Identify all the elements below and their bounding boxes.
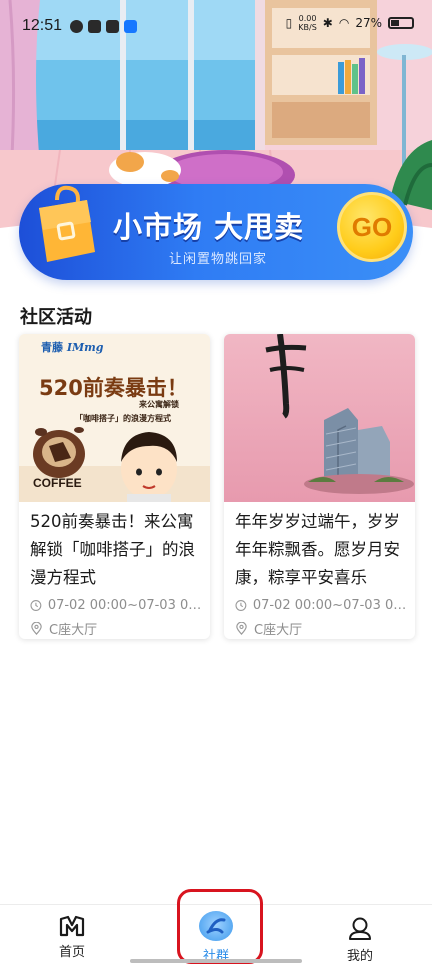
wifi-icon: ◠ <box>338 16 350 30</box>
community-icon <box>199 911 233 941</box>
clock-icon <box>235 600 247 611</box>
nav-item-profile[interactable]: 我的 <box>288 905 432 964</box>
location-pin-icon <box>236 622 247 635</box>
activity-card[interactable]: 年年岁岁过端午，岁岁年年粽飘香。愿岁月安康，粽享平安喜乐 07-02 00:00… <box>224 334 415 639</box>
clock-icon <box>30 600 42 611</box>
nav-item-community[interactable]: 社群 <box>144 905 288 964</box>
card-title: 年年岁岁过端午，岁岁年年粽飘香。愿岁月安康，粽享平安喜乐 <box>235 512 400 587</box>
card-location: C座大厅 <box>30 619 202 638</box>
location-pin-icon <box>31 622 42 635</box>
poster-headline: 520前奏暴击！ <box>39 376 188 400</box>
go-button[interactable]: GO <box>337 192 407 262</box>
network-speed: 0.00 KB/S <box>298 14 317 32</box>
card-time-text: 07-02 00:00~07-03 00:00 <box>252 598 407 613</box>
app-notification-icon <box>70 19 84 33</box>
card-title: 520前奏暴击！来公寓解锁「咖啡搭子」的浪漫方程式 <box>30 512 195 587</box>
dragon-boat-poster-art <box>224 334 415 502</box>
battery-percent: 27% <box>355 16 382 30</box>
banner-subtitle: 让闲置物跳回家 <box>169 252 268 267</box>
card-location-text: C座大厅 <box>49 623 98 638</box>
play-notification-icon <box>88 19 102 33</box>
notification-icons <box>70 19 138 33</box>
card-location: C座大厅 <box>235 619 407 638</box>
section-title: 社区活动 <box>20 307 92 328</box>
message-notification-icon <box>106 19 120 33</box>
battery-icon <box>388 17 414 29</box>
nav-item-home[interactable]: 首页 <box>0 905 144 964</box>
card-time: 07-02 00:00~07-03 00:00 <box>235 598 407 613</box>
banner-title: 小市场 大甩卖 <box>113 210 305 244</box>
alipay-notification-icon <box>124 19 138 33</box>
card-time: 07-02 00:00~07-03 00:00 <box>30 598 202 613</box>
nav-label-home: 首页 <box>58 945 85 960</box>
card-location-text: C座大厅 <box>254 623 303 638</box>
bluetooth-icon: ✱ <box>322 16 333 30</box>
shopping-bag-icon <box>39 185 95 262</box>
nav-label-profile: 我的 <box>346 949 373 964</box>
flea-market-banner[interactable]: 小市场 大甩卖 让闲置物跳回家 GO <box>19 184 413 280</box>
activity-card[interactable]: 青藤 IMmg 520前奏暴击！ 来公寓解锁 「咖啡搭子」的浪漫方程式 COFF… <box>19 334 210 639</box>
activity-poster-dragon-boat <box>224 334 415 502</box>
card-time-text: 07-02 00:00~07-03 00:00 <box>47 598 202 613</box>
profile-icon <box>349 917 371 940</box>
poster-coffee-text: COFFEE <box>33 476 82 490</box>
bottom-nav: 首页 社群 我的 <box>0 904 432 964</box>
poster-brand: 青藤 IMmg <box>41 341 104 354</box>
activity-poster-coffee: 青藤 IMmg 520前奏暴击！ 来公寓解锁 「咖啡搭子」的浪漫方程式 COFF… <box>19 334 210 502</box>
status-time: 12:51 <box>22 17 63 34</box>
status-bar: 12:51 ▯ 0.00 KB/S ✱ ◠ 27% <box>0 0 432 52</box>
status-right: ▯ 0.00 KB/S ✱ ◠ 27% <box>286 14 414 32</box>
home-indicator <box>130 959 302 963</box>
poster-line-2: 「咖啡搭子」的浪漫方程式 <box>75 414 171 423</box>
poster-line-1: 来公寓解锁 <box>139 400 179 409</box>
home-logo-icon <box>59 915 85 937</box>
vibrate-icon: ▯ <box>285 16 293 30</box>
